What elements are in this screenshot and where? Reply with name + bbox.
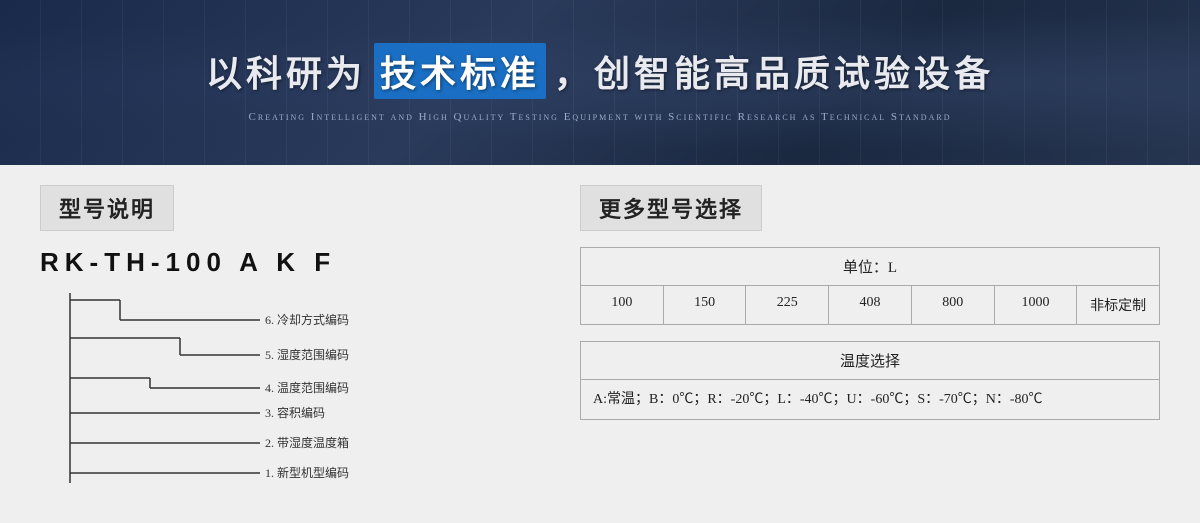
left-section-header: 型号说明 — [40, 185, 174, 231]
vol-custom: 非标定制 — [1077, 286, 1159, 324]
vol-225: 225 — [746, 286, 829, 324]
temp-table-header: 温度选择 — [581, 342, 1159, 380]
svg-text:1. 新型机型编码: 1. 新型机型编码 — [265, 465, 349, 480]
unit-label: 单位：L — [581, 248, 1159, 285]
vol-150: 150 — [664, 286, 747, 324]
svg-text:2. 带湿度温度箱: 2. 带湿度温度箱 — [265, 435, 349, 450]
right-section-header: 更多型号选择 — [580, 185, 762, 231]
right-section-title: 更多型号选择 — [599, 197, 743, 222]
hero-title-suffix: ，创智能高品质试验设备 — [554, 45, 994, 97]
left-section-title: 型号说明 — [59, 197, 155, 222]
hero-subtitle: Creating Intelligent and High Quality Te… — [249, 111, 952, 123]
svg-text:6. 冷却方式编码: 6. 冷却方式编码 — [265, 312, 349, 327]
vol-408: 408 — [829, 286, 912, 324]
hero-title-highlight: 技术标准 — [374, 43, 546, 99]
hero-title-prefix: 以科研为 — [206, 45, 366, 97]
vol-1000: 1000 — [995, 286, 1078, 324]
svg-text:5. 湿度范围编码: 5. 湿度范围编码 — [265, 347, 349, 362]
model-code: RK-TH-100 A K F — [40, 247, 520, 278]
right-section: 更多型号选择 单位：L 100 150 225 408 800 1000 非标定… — [580, 185, 1160, 503]
left-section: 型号说明 RK-TH-100 A K F 6. 冷却方式编码 5. 湿度范围编码 — [40, 185, 520, 503]
svg-text:4. 温度范围编码: 4. 温度范围编码 — [265, 380, 349, 395]
hero-title: 以科研为 技术标准 ，创智能高品质试验设备 — [206, 43, 994, 99]
volume-table-header-row: 单位：L — [581, 248, 1159, 286]
temp-table-values: A:常温；B：0℃；R：-20℃；L：-40℃；U：-60℃；S：-70℃；N：… — [581, 380, 1159, 419]
content-area: 型号说明 RK-TH-100 A K F 6. 冷却方式编码 5. 湿度范围编码 — [0, 165, 1200, 523]
vol-800: 800 — [912, 286, 995, 324]
volume-table: 单位：L 100 150 225 408 800 1000 非标定制 — [580, 247, 1160, 325]
vol-100: 100 — [581, 286, 664, 324]
svg-text:3. 容积编码: 3. 容积编码 — [265, 405, 325, 420]
hero-banner: 以科研为 技术标准 ，创智能高品质试验设备 Creating Intellige… — [0, 0, 1200, 165]
model-diagram: 6. 冷却方式编码 5. 湿度范围编码 4. 温度范围编码 3. 容积编码 2.… — [40, 288, 500, 503]
temp-table: 温度选择 A:常温；B：0℃；R：-20℃；L：-40℃；U：-60℃；S：-7… — [580, 341, 1160, 420]
volume-table-data-row: 100 150 225 408 800 1000 非标定制 — [581, 286, 1159, 324]
diagram-svg: 6. 冷却方式编码 5. 湿度范围编码 4. 温度范围编码 3. 容积编码 2.… — [40, 288, 500, 503]
